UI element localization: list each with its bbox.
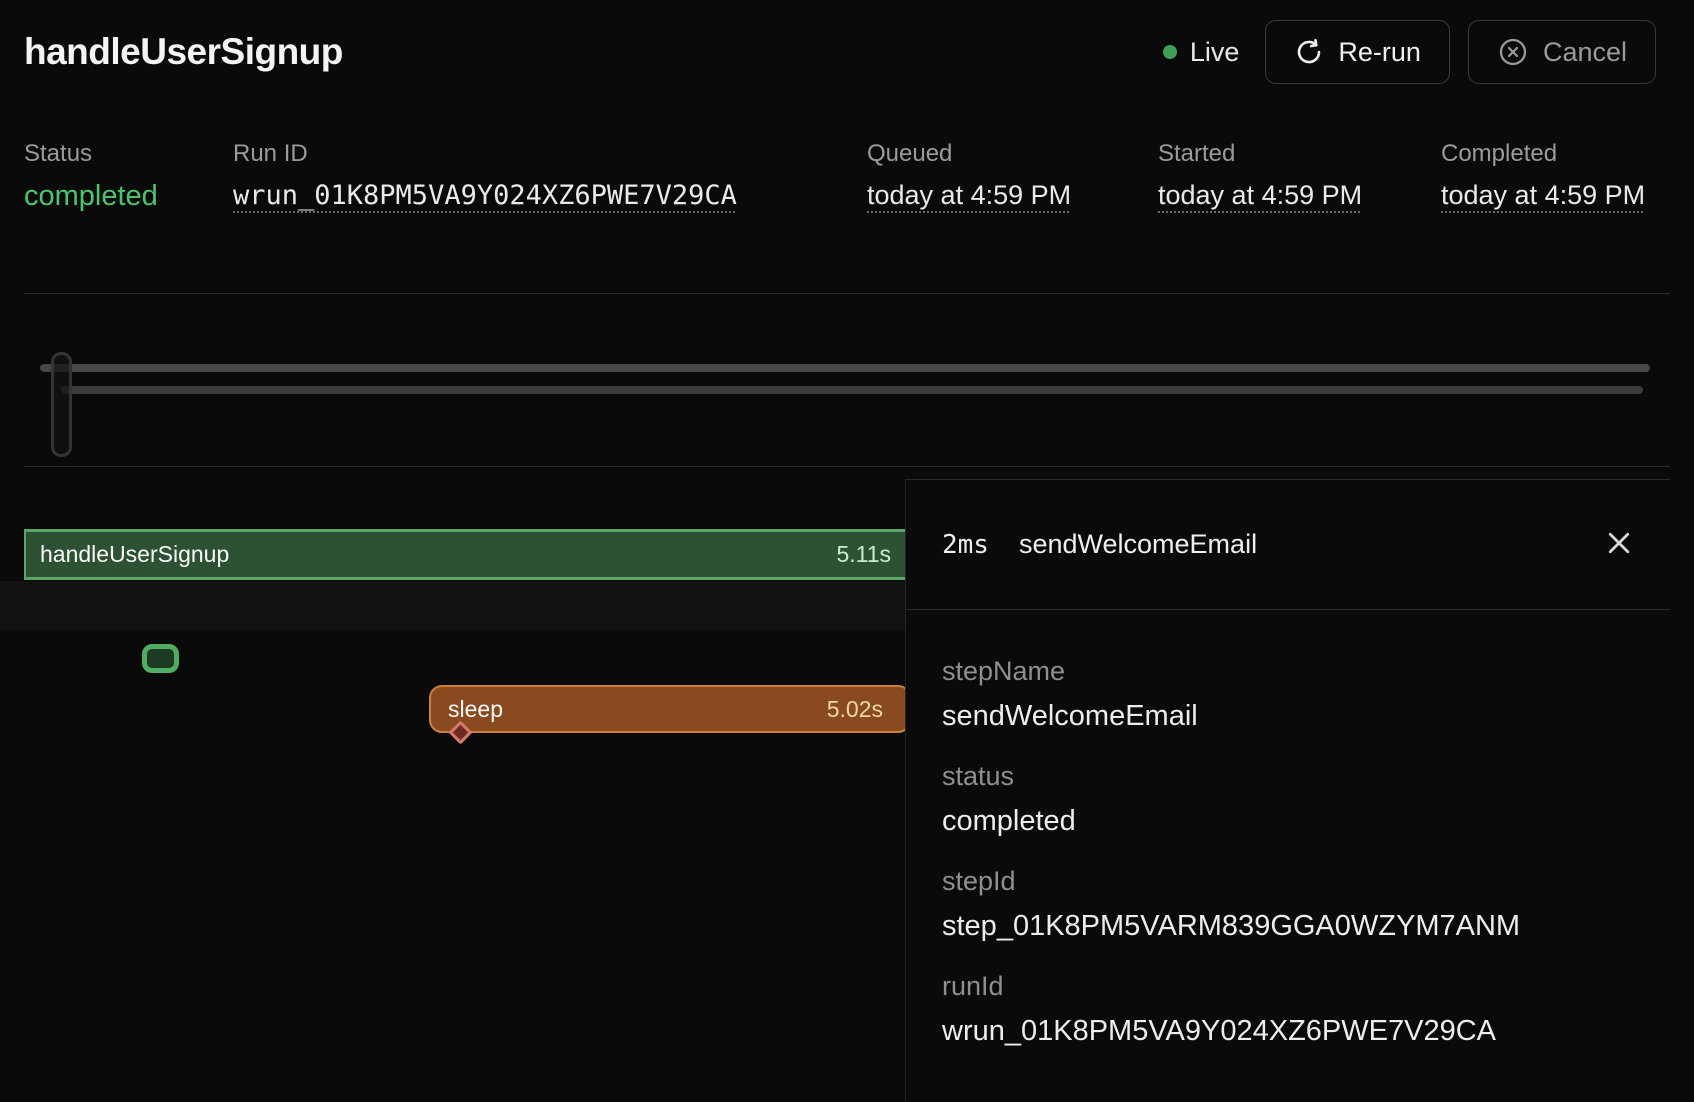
field-status: status completed xyxy=(942,761,1634,838)
live-label: Live xyxy=(1190,37,1240,68)
meta-label: Status xyxy=(24,140,92,168)
span-bar-sleep[interactable]: sleep 5.02s xyxy=(429,685,911,733)
minimap-span-bar xyxy=(40,364,1650,372)
span-name: sleep xyxy=(448,696,503,723)
rerun-button[interactable]: Re-run xyxy=(1265,20,1450,84)
workflow-run-page: handleUserSignup Live Re-run Ca xyxy=(0,0,1694,1102)
meta-label: Queued xyxy=(867,140,952,168)
step-detail-header: 2ms sendWelcomeEmail xyxy=(906,480,1670,610)
page-title: handleUserSignup xyxy=(24,31,1163,73)
field-label: status xyxy=(942,761,1634,792)
field-runId: runId wrun_01K8PM5VA9Y024XZ6PWE7V29CA xyxy=(942,971,1634,1048)
x-icon xyxy=(1604,546,1634,561)
green-dot-icon xyxy=(1163,45,1177,59)
field-label: stepId xyxy=(942,866,1634,897)
trace-gantt: handleUserSignup 5.11s sleep 5.02s 2ms s… xyxy=(0,467,1694,1102)
span-duration: 5.11s xyxy=(836,541,891,568)
status-value: completed xyxy=(24,180,158,213)
cancel-label: Cancel xyxy=(1543,37,1627,68)
step-title: sendWelcomeEmail xyxy=(1019,529,1257,560)
meta-label: Run ID xyxy=(233,140,308,168)
started-value[interactable]: today at 4:59 PM xyxy=(1158,180,1362,211)
meta-label: Completed xyxy=(1441,140,1557,168)
meta-label: Started xyxy=(1158,140,1235,168)
field-label: stepName xyxy=(942,656,1634,687)
completed-value[interactable]: today at 4:59 PM xyxy=(1441,180,1645,211)
field-stepId: stepId step_01K8PM5VARM839GGA0WZYM7ANM xyxy=(942,866,1634,943)
gantt-row-highlight xyxy=(0,581,905,630)
live-indicator: Live xyxy=(1163,37,1240,68)
close-button[interactable] xyxy=(1598,522,1640,567)
span-bar-handleUserSignup[interactable]: handleUserSignup 5.11s xyxy=(24,529,905,580)
span-name: handleUserSignup xyxy=(40,541,229,568)
step-duration: 2ms xyxy=(942,530,989,560)
run-id-value[interactable]: wrun_01K8PM5VA9Y024XZ6PWE7V29CA xyxy=(233,180,737,211)
field-stepName: stepName sendWelcomeEmail xyxy=(942,656,1634,733)
circle-x-icon xyxy=(1497,36,1529,68)
field-value: completed xyxy=(942,805,1634,838)
brush-handle[interactable] xyxy=(51,352,72,457)
step-detail-body: stepName sendWelcomeEmail status complet… xyxy=(906,610,1670,1048)
rerun-label: Re-run xyxy=(1338,37,1421,68)
queued-value[interactable]: today at 4:59 PM xyxy=(867,180,1071,211)
field-value: step_01K8PM5VARM839GGA0WZYM7ANM xyxy=(942,910,1634,943)
timeline-minimap[interactable] xyxy=(0,294,1694,466)
minimap-span-bar xyxy=(61,386,1643,394)
run-metadata: Status completed Run ID wrun_01K8PM5VA9Y… xyxy=(0,88,1694,293)
refresh-icon xyxy=(1294,37,1324,67)
span-pill-sendWelcomeEmail[interactable] xyxy=(142,644,179,673)
field-label: runId xyxy=(942,971,1634,1002)
header-bar: handleUserSignup Live Re-run Ca xyxy=(0,0,1694,88)
span-duration: 5.02s xyxy=(827,696,883,723)
step-detail-panel: 2ms sendWelcomeEmail stepName sendWelcom… xyxy=(905,479,1670,1102)
field-value: wrun_01K8PM5VA9Y024XZ6PWE7V29CA xyxy=(942,1015,1634,1048)
cancel-button[interactable]: Cancel xyxy=(1468,20,1656,84)
field-value: sendWelcomeEmail xyxy=(942,700,1634,733)
